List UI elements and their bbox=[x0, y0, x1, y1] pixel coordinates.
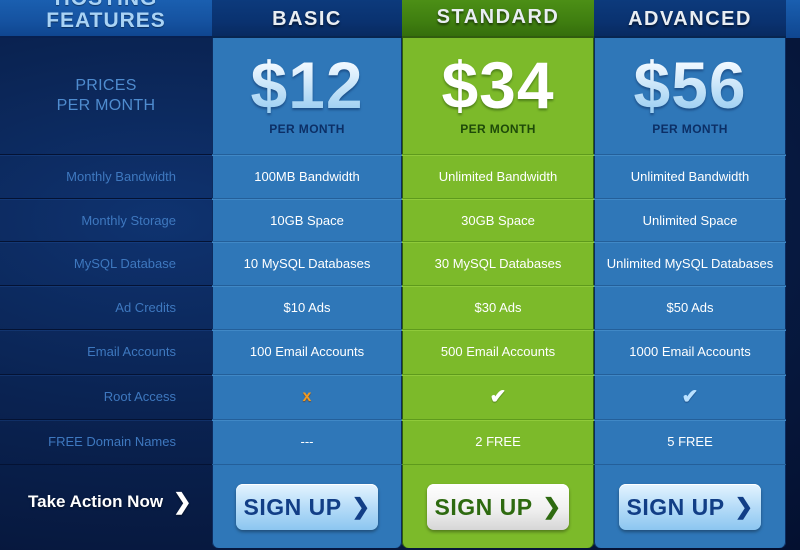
plan-feature-value: Unlimited MySQL Databases bbox=[594, 241, 786, 285]
sign-up-button-basic[interactable]: SIGN UP ❯ bbox=[236, 484, 378, 530]
plan-feature-value: $10 Ads bbox=[212, 285, 402, 329]
feature-label: FREE Domain Names bbox=[48, 434, 176, 449]
cross-icon: x bbox=[302, 388, 312, 405]
feature-label-row: Monthly Bandwidth bbox=[0, 154, 212, 198]
sign-up-label: SIGN UP bbox=[243, 493, 342, 520]
plan-feature-value: 500 Email Accounts bbox=[402, 329, 594, 373]
chevron-right-icon: ❯ bbox=[351, 494, 371, 519]
plan-feature-value: 5 FREE bbox=[594, 419, 786, 463]
feature-label: Ad Credits bbox=[115, 300, 176, 315]
features-header-line2: FEATURES bbox=[46, 9, 166, 32]
chevron-right-icon: ❯ bbox=[173, 489, 192, 514]
take-action-link[interactable]: Take Action Now ❯ bbox=[28, 489, 192, 514]
plan-price: $12 bbox=[212, 50, 402, 120]
prices-label-line1: PRICES bbox=[75, 77, 137, 94]
plan-body: $12 PER MONTH 100MB Bandwidth 10GB Space… bbox=[212, 38, 402, 548]
prices-label: PRICES PER MONTH bbox=[0, 76, 212, 116]
feature-label: MySQL Database bbox=[73, 256, 176, 271]
divider bbox=[402, 464, 594, 465]
plan-price-period: PER MONTH bbox=[269, 122, 345, 136]
plan-header: STANDARD bbox=[402, 0, 594, 38]
feature-label: Email Accounts bbox=[87, 344, 176, 359]
plan-standard: STANDARD $34 PER MONTH Unlimited Bandwid… bbox=[402, 0, 594, 548]
checkmark-icon: ✔ bbox=[681, 386, 699, 408]
plan-feature-value: Unlimited Bandwidth bbox=[594, 154, 786, 198]
plan-name: ADVANCED bbox=[628, 8, 752, 30]
sign-up-label: SIGN UP bbox=[434, 493, 533, 520]
plan-header: BASIC bbox=[212, 0, 402, 38]
plan-basic: BASIC $12 PER MONTH 100MB Bandwidth 10GB… bbox=[212, 0, 402, 548]
header-edge bbox=[786, 0, 800, 38]
plan-feature-value: Unlimited Bandwidth bbox=[402, 154, 594, 198]
plan-header: ADVANCED bbox=[594, 0, 786, 38]
plan-feature-value: $30 Ads bbox=[402, 285, 594, 329]
features-column: HOSTING FEATURES PRICES PER MONTH Monthl… bbox=[0, 0, 212, 550]
checkmark-icon: ✔ bbox=[489, 386, 507, 408]
feature-label-row: Root Access bbox=[0, 374, 212, 418]
plan-feature-root-access: ✔ bbox=[402, 374, 594, 418]
plan-name: STANDARD bbox=[436, 6, 560, 28]
plan-feature-value: 100MB Bandwidth bbox=[212, 154, 402, 198]
prices-label-line2: PER MONTH bbox=[56, 97, 156, 114]
divider bbox=[212, 464, 402, 465]
feature-label-row: MySQL Database bbox=[0, 241, 212, 285]
plan-feature-root-access: ✔ bbox=[594, 374, 786, 418]
plan-feature-root-access: x bbox=[212, 374, 402, 418]
plan-price-period: PER MONTH bbox=[652, 122, 728, 136]
plan-advanced: ADVANCED $56 PER MONTH Unlimited Bandwid… bbox=[594, 0, 786, 548]
divider bbox=[0, 464, 212, 465]
feature-label-row: FREE Domain Names bbox=[0, 419, 212, 463]
plan-feature-value: $50 Ads bbox=[594, 285, 786, 329]
plan-feature-value: 30 MySQL Databases bbox=[402, 241, 594, 285]
feature-label: Monthly Storage bbox=[81, 213, 176, 228]
plan-feature-value: Unlimited Space bbox=[594, 198, 786, 242]
feature-label-row: Monthly Storage bbox=[0, 198, 212, 242]
plan-feature-value: 100 Email Accounts bbox=[212, 329, 402, 373]
sign-up-label: SIGN UP bbox=[626, 493, 725, 520]
pricing-table: HOSTING FEATURES PRICES PER MONTH Monthl… bbox=[0, 0, 800, 550]
plan-feature-value: 1000 Email Accounts bbox=[594, 329, 786, 373]
plan-price: $56 bbox=[594, 50, 786, 120]
feature-label: Root Access bbox=[103, 389, 176, 404]
plan-body: $56 PER MONTH Unlimited Bandwidth Unlimi… bbox=[594, 38, 786, 548]
plan-feature-value: 2 FREE bbox=[402, 419, 594, 463]
sign-up-button-advanced[interactable]: SIGN UP ❯ bbox=[619, 484, 761, 530]
feature-label-row: Email Accounts bbox=[0, 329, 212, 373]
plan-feature-value: 10GB Space bbox=[212, 198, 402, 242]
divider bbox=[594, 464, 786, 465]
plan-name: BASIC bbox=[272, 8, 342, 30]
plan-feature-value: 30GB Space bbox=[402, 198, 594, 242]
feature-label-row: Ad Credits bbox=[0, 285, 212, 329]
chevron-right-icon: ❯ bbox=[542, 494, 562, 519]
plan-body: $34 PER MONTH Unlimited Bandwidth 30GB S… bbox=[402, 38, 594, 548]
sign-up-button-standard[interactable]: SIGN UP ❯ bbox=[427, 484, 569, 530]
features-header: HOSTING FEATURES bbox=[0, 0, 212, 38]
take-action-label: Take Action Now bbox=[28, 492, 164, 511]
plan-price: $34 bbox=[441, 48, 555, 122]
plan-price-period: PER MONTH bbox=[460, 122, 536, 136]
plan-feature-value: 10 MySQL Databases bbox=[212, 241, 402, 285]
feature-label: Monthly Bandwidth bbox=[66, 169, 176, 184]
plan-feature-value: --- bbox=[212, 419, 402, 463]
chevron-right-icon: ❯ bbox=[734, 494, 754, 519]
